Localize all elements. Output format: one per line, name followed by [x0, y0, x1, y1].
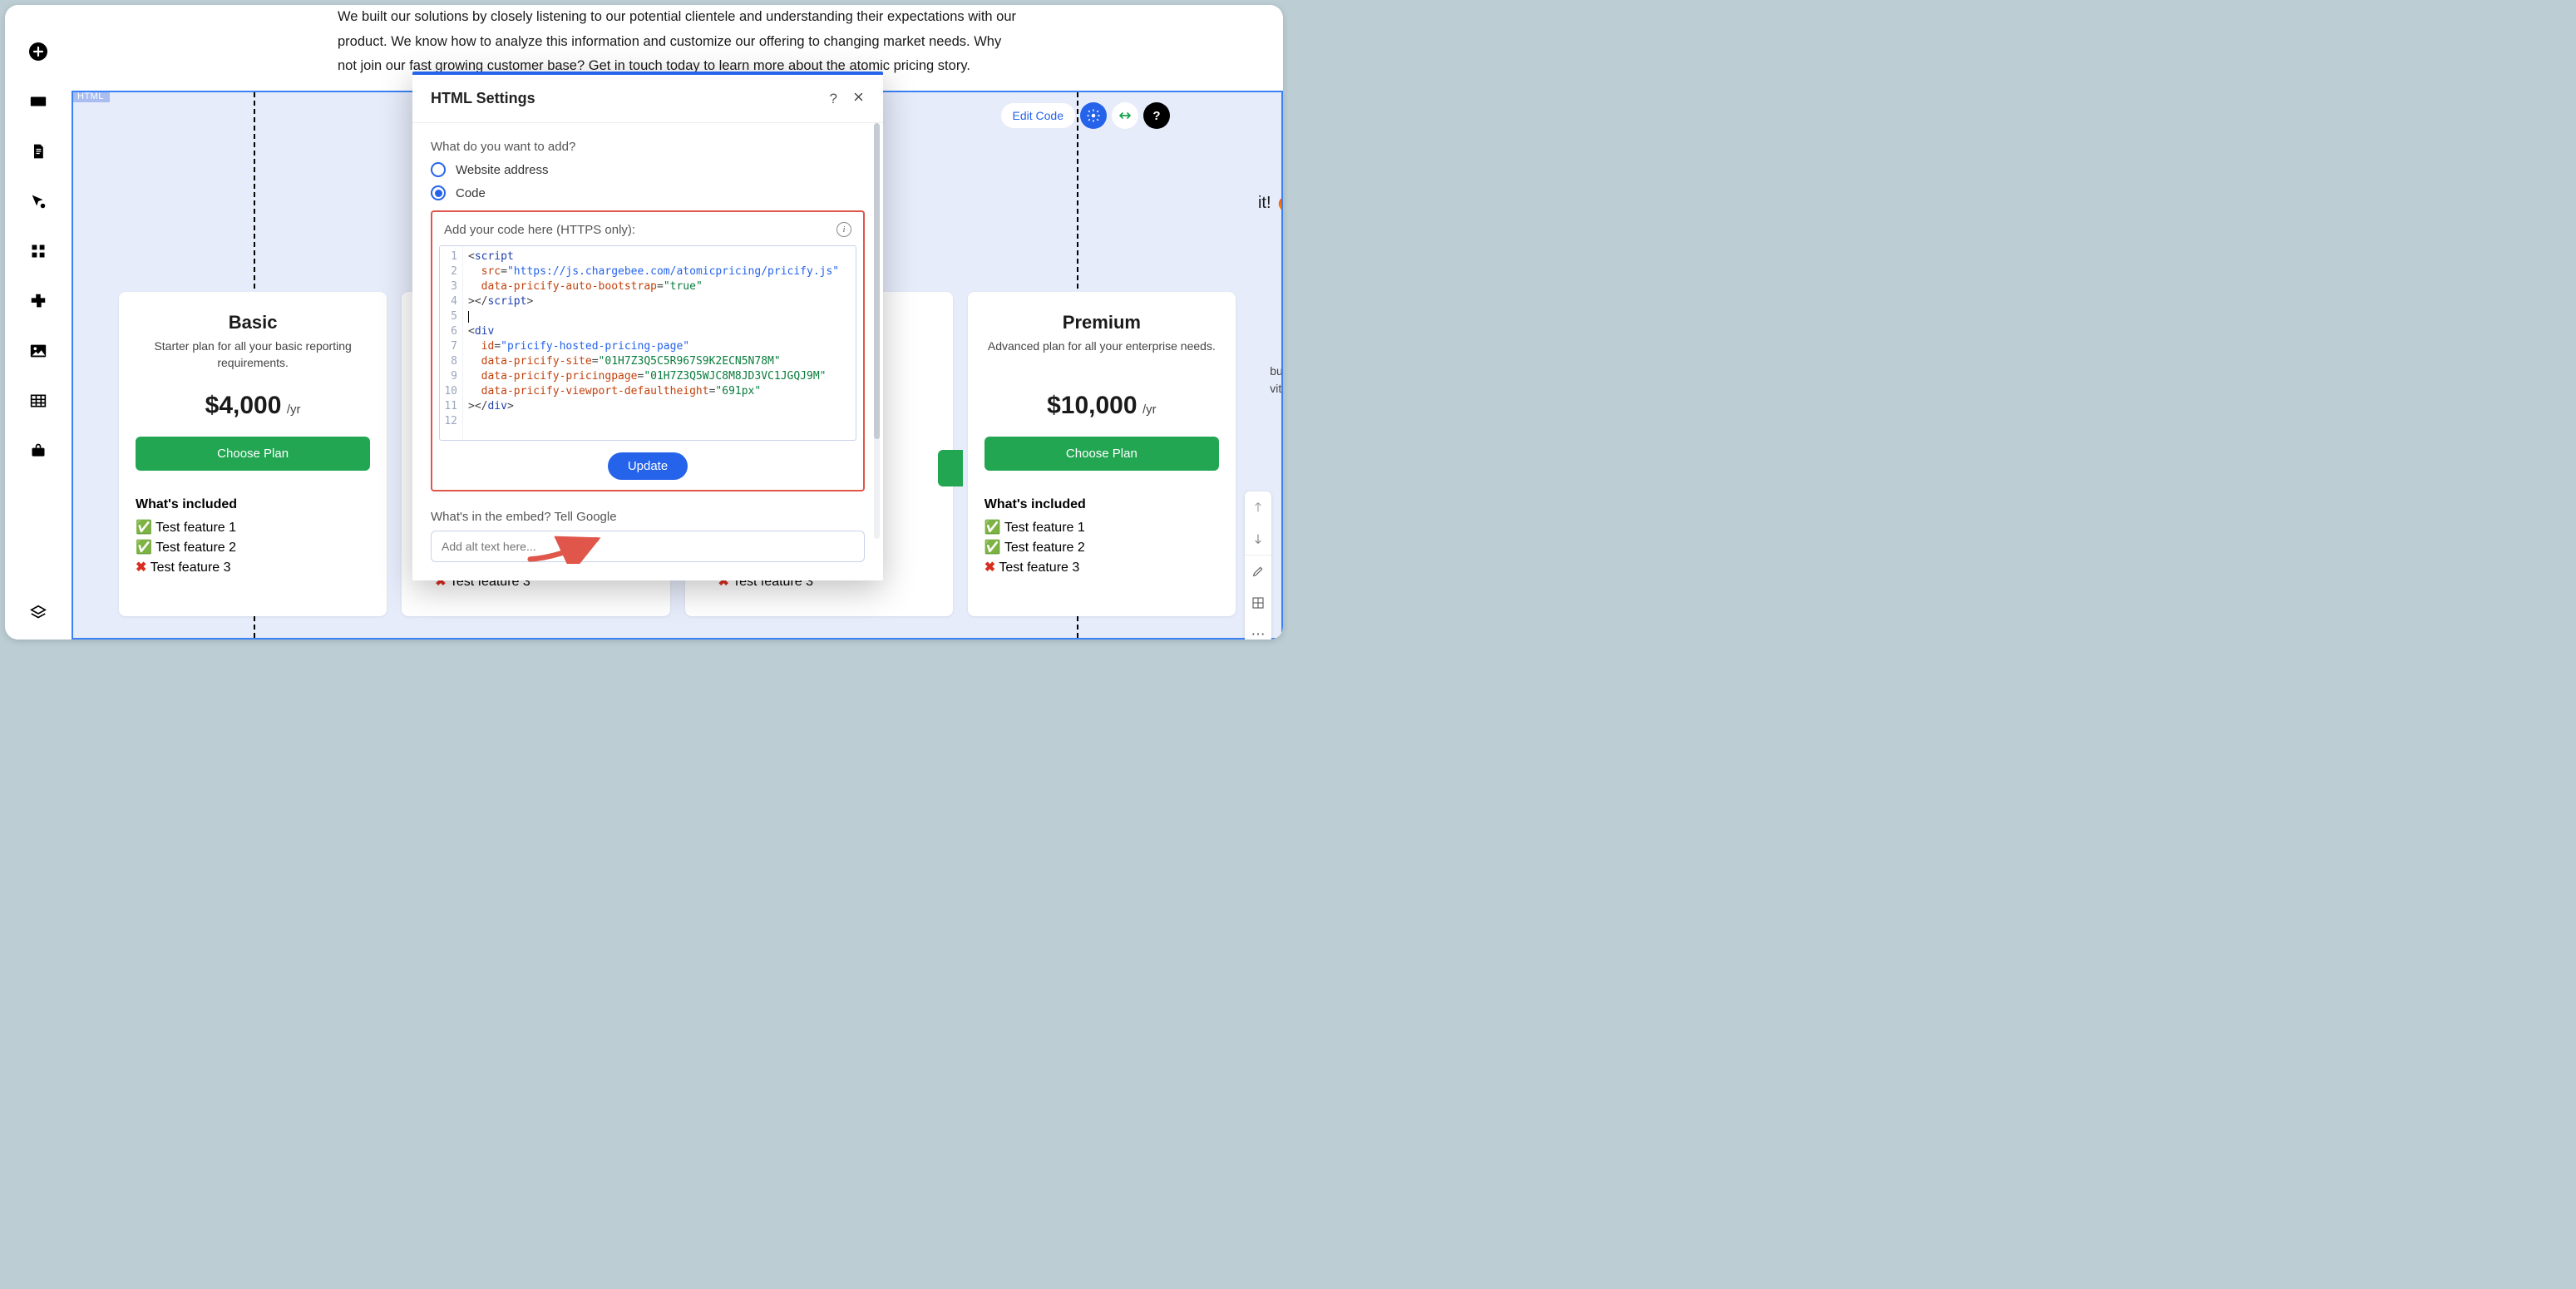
radio-label: Code: [456, 186, 486, 200]
code-label: Add your code here (HTTPS only):: [444, 223, 635, 237]
cross-icon: ✖: [985, 561, 995, 575]
cross-icon: ✖: [136, 561, 146, 575]
info-icon[interactable]: i: [836, 222, 851, 237]
check-icon: ✅: [136, 541, 152, 555]
included-title: What's included: [985, 497, 1219, 512]
modal-scrollbar[interactable]: [874, 123, 880, 539]
section-icon[interactable]: [28, 91, 48, 111]
plan-desc: Advanced plan for all your enterprise ne…: [985, 338, 1219, 372]
table-icon[interactable]: [28, 391, 48, 411]
more-icon[interactable]: ⋯: [1245, 619, 1271, 640]
feature-label: Test feature 1: [1004, 521, 1085, 535]
choose-plan-button[interactable]: Choose Plan: [985, 437, 1219, 471]
plan-card: Premium Advanced plan for all your enter…: [968, 292, 1236, 616]
editor-left-rail: [5, 5, 72, 640]
add-icon[interactable]: [28, 42, 48, 62]
code-editor[interactable]: 123456789101112 <script src="https://js.…: [439, 245, 856, 441]
apps-icon[interactable]: [28, 241, 48, 261]
edit-icon[interactable]: [1245, 556, 1271, 587]
code-gutter: 123456789101112: [440, 246, 463, 440]
editor-window: We built our solutions by closely listen…: [5, 5, 1283, 640]
arrow-annotation: [527, 531, 602, 564]
code-lines[interactable]: <script src="https://js.chargebee.com/at…: [463, 246, 844, 440]
settings-button[interactable]: [1080, 102, 1107, 129]
stretch-button[interactable]: [1112, 102, 1138, 129]
layers-icon[interactable]: [28, 603, 48, 623]
feature-label: Test feature 3: [999, 561, 1079, 575]
edit-code-button[interactable]: Edit Code: [1001, 103, 1075, 128]
modal-body: What do you want to add? Website address…: [412, 123, 883, 580]
help-icon[interactable]: ?: [830, 91, 837, 107]
question-label: What do you want to add?: [431, 140, 865, 154]
plan-desc: Starter plan for all your basic reportin…: [136, 338, 370, 372]
check-icon: ✅: [985, 541, 1001, 555]
plan-price: $10,000: [1047, 392, 1137, 419]
block-type-tag: HTML: [72, 91, 110, 102]
design-icon[interactable]: [28, 191, 48, 211]
occluded-desc-fragment: but vith: [1270, 363, 1283, 398]
addons-icon[interactable]: [28, 291, 48, 311]
page-icon[interactable]: [28, 141, 48, 161]
modal-header: HTML Settings ?: [412, 75, 883, 123]
alt-text-input[interactable]: [431, 531, 865, 562]
feature-label: Test feature 1: [155, 521, 236, 535]
media-icon[interactable]: [28, 341, 48, 361]
plan-name: Premium: [985, 312, 1219, 333]
feature-label: Test feature 3: [151, 561, 231, 575]
move-up-icon[interactable]: [1245, 491, 1271, 523]
plan-period: /yr: [287, 403, 301, 417]
check-icon: ✅: [136, 521, 152, 535]
check-icon: ✅: [985, 521, 1001, 535]
radio-website-address[interactable]: Website address: [431, 162, 865, 177]
close-icon[interactable]: [852, 91, 865, 107]
radio-label: Website address: [456, 163, 548, 177]
feature-label: Test feature 2: [1004, 541, 1085, 555]
modal-title: HTML Settings: [431, 90, 535, 107]
layout-icon[interactable]: [1245, 587, 1271, 619]
feature-label: Test feature 2: [155, 541, 236, 555]
plan-name: Basic: [136, 312, 370, 333]
plan-period: /yr: [1142, 403, 1157, 417]
plan-card: Basic Starter plan for all your basic re…: [119, 292, 387, 616]
occluded-heading-fragment: it! 🔥: [1258, 192, 1283, 213]
included-title: What's included: [136, 497, 370, 512]
choose-plan-button[interactable]: Choose Plan: [136, 437, 370, 471]
radio-code[interactable]: Code: [431, 185, 865, 200]
code-section-highlight: Add your code here (HTTPS only): i 12345…: [431, 210, 865, 491]
plan-price: $4,000: [205, 392, 282, 419]
block-toolbar: Edit Code ?: [1001, 102, 1170, 129]
html-settings-modal: HTML Settings ? What do you want to add?…: [412, 72, 883, 580]
business-icon[interactable]: [28, 441, 48, 461]
move-down-icon[interactable]: [1245, 523, 1271, 555]
update-button[interactable]: Update: [608, 452, 688, 480]
canvas-helper-column: ⋯: [1245, 491, 1271, 640]
help-button[interactable]: ?: [1143, 102, 1170, 129]
seo-label: What's in the embed? Tell Google: [431, 510, 865, 524]
